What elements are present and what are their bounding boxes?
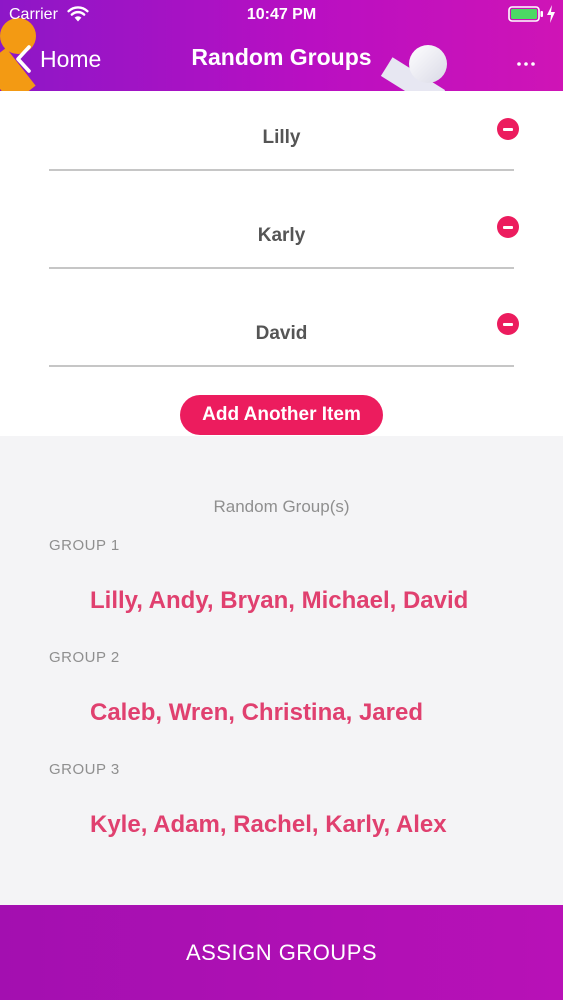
page-title: Random Groups [191, 44, 372, 70]
header: Carrier 10:47 PM Home Random Groups [0, 0, 563, 91]
item-row: Karly [49, 189, 514, 269]
group-members: Kyle, Adam, Rachel, Karly, Alex [90, 811, 447, 838]
groups-heading: Random Group(s) [213, 497, 350, 516]
assign-groups-button[interactable]: ASSIGN GROUPS [0, 905, 563, 1000]
random-groups-section: Random Group(s) GROUP 1 Lilly, Andy, Bry… [0, 436, 563, 905]
add-another-item-button[interactable]: Add Another Item [180, 395, 383, 435]
charging-bolt-icon [547, 5, 555, 23]
battery-icon [508, 6, 543, 22]
item-field[interactable]: David [49, 323, 514, 345]
item-field[interactable]: Lilly [49, 127, 514, 149]
more-dots-icon[interactable] [510, 44, 542, 76]
group-label: GROUP 2 [49, 649, 120, 666]
group-members: Lilly, Andy, Bryan, Michael, David [90, 587, 469, 614]
item-list: Lilly Karly David Add Another Item [0, 91, 563, 436]
status-bar: Carrier 10:47 PM [0, 0, 563, 30]
clock: 10:47 PM [246, 6, 317, 23]
remove-item-button[interactable] [497, 216, 519, 238]
remove-item-button[interactable] [497, 313, 519, 335]
item-row: Lilly [49, 91, 514, 171]
remove-item-button[interactable] [497, 118, 519, 140]
group-label: GROUP 3 [49, 761, 120, 778]
group-members: Caleb, Wren, Christina, Jared [90, 699, 423, 726]
item-field[interactable]: Karly [49, 225, 514, 247]
group-label: GROUP 1 [49, 537, 120, 554]
random-groups-screen: Carrier 10:47 PM Home Random Groups Lill… [0, 0, 563, 1000]
item-row: David [49, 287, 514, 367]
